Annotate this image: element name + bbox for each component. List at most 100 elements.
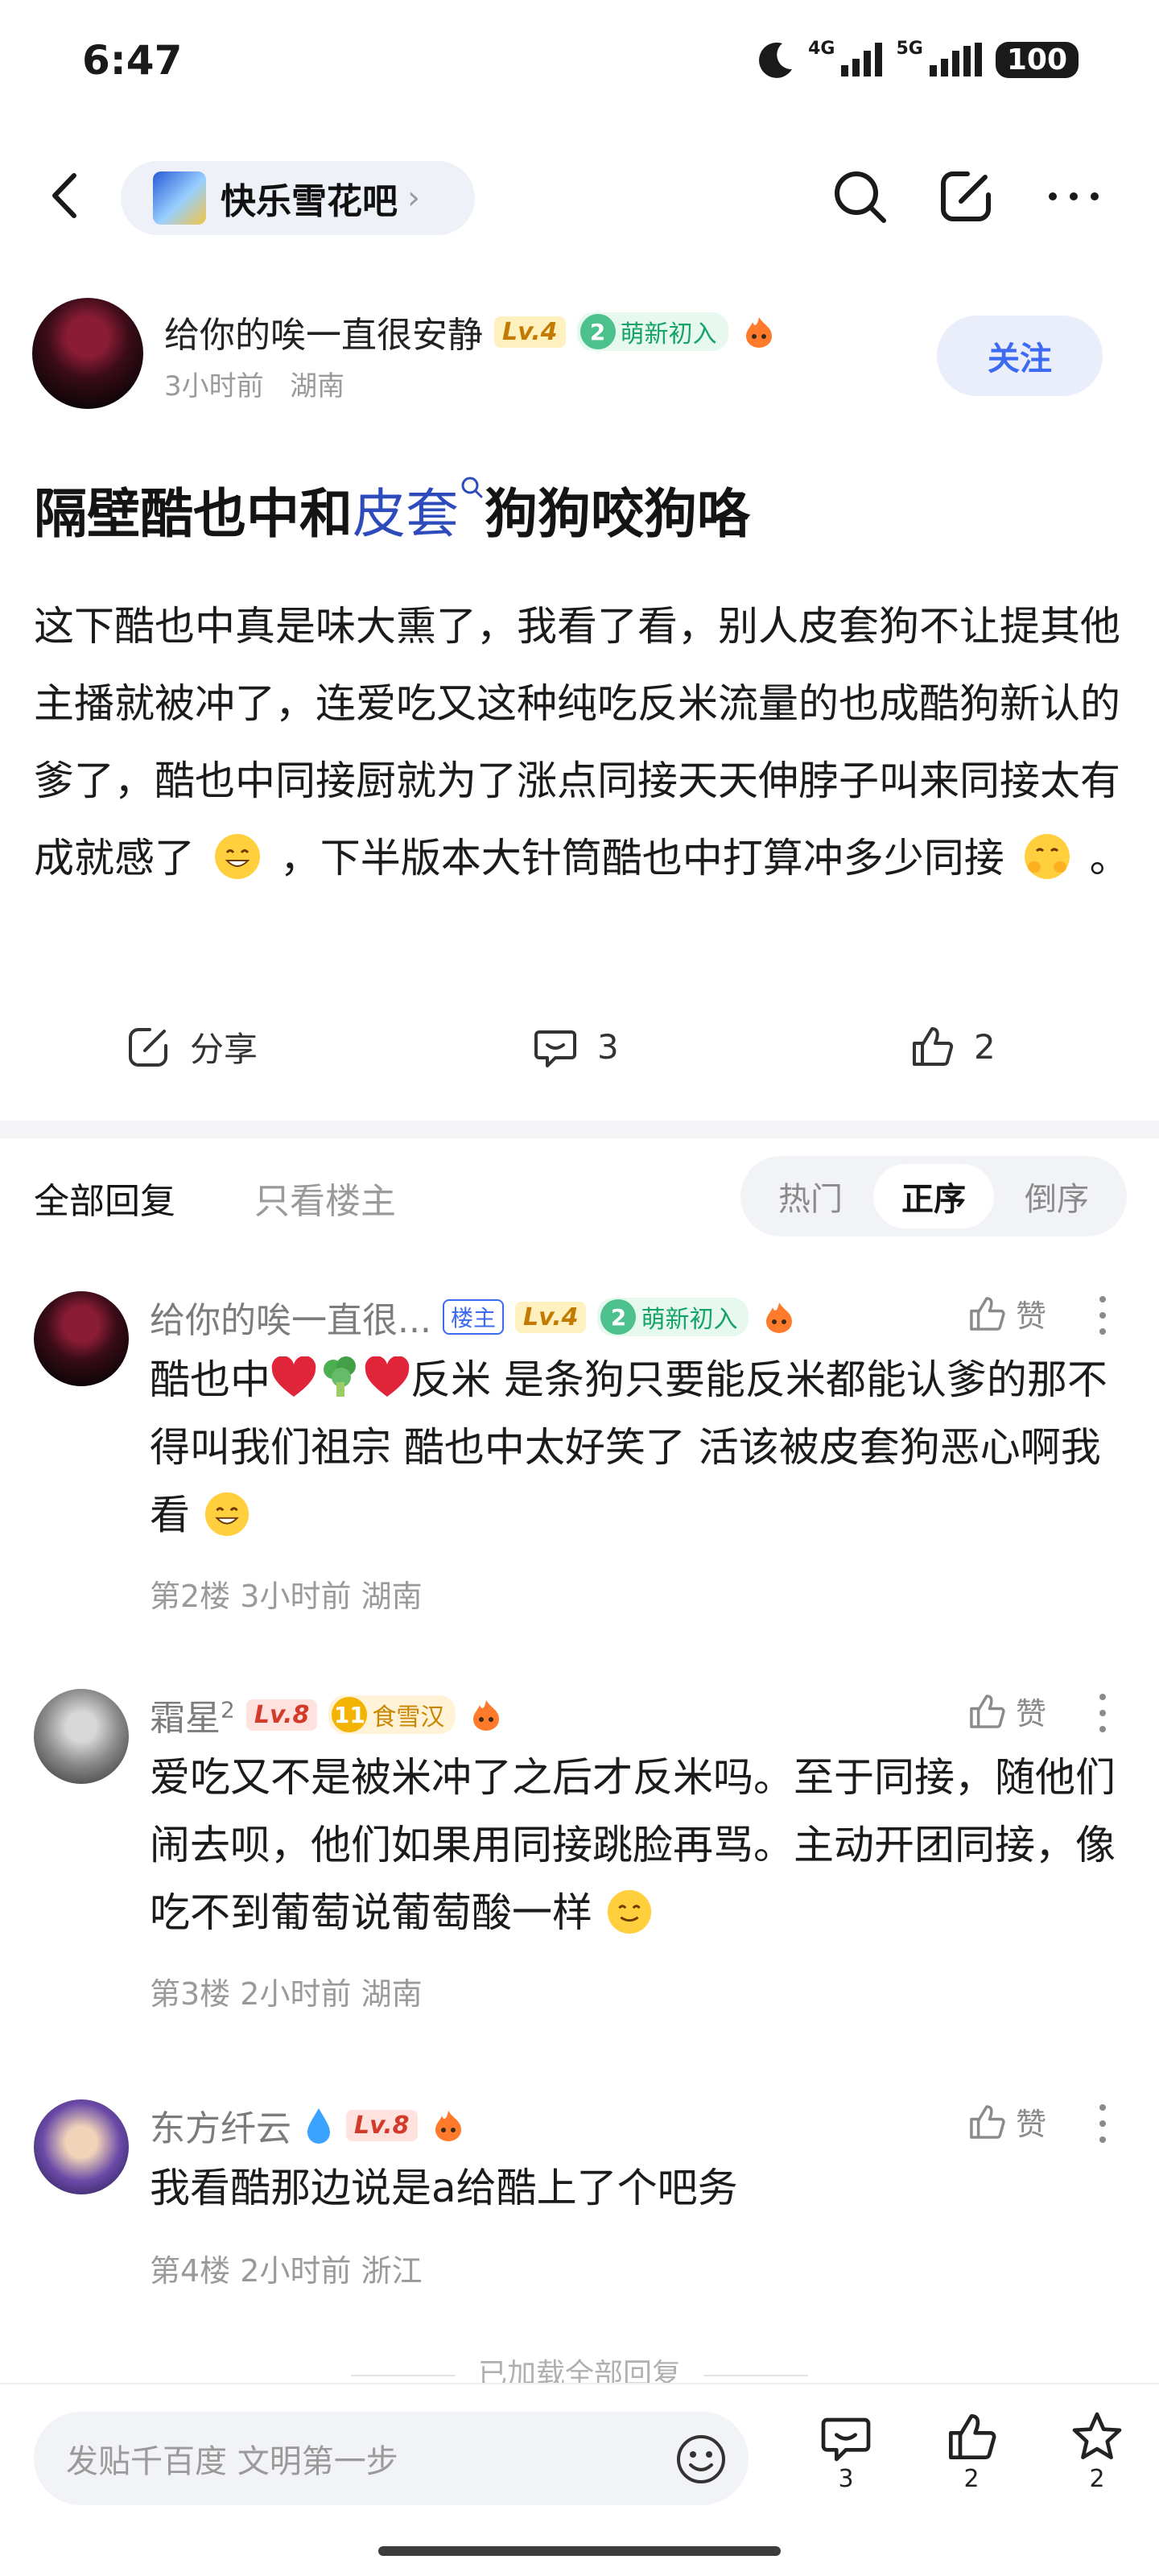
rank-badge: 2 萌新初入 — [576, 312, 728, 351]
share-icon — [129, 1027, 167, 1067]
sort-hot[interactable]: 热门 — [750, 1164, 871, 1228]
top-nav-bar: 快乐雪花吧 › — [0, 153, 1159, 242]
status-bar: 6:47 4G 5G 100 — [0, 0, 1159, 129]
post-title: 隔壁酷也中和皮套 狗狗咬狗咯 — [34, 471, 750, 548]
reply-item: 给你的唉一直很... 楼主 Lv.4 2 萌新初入 赞 酷也中 反米 是条狗只要能反… — [0, 1291, 1159, 1629]
title-keyword-text: 皮套 — [353, 483, 459, 545]
reply-like-button[interactable]: 赞 — [966, 2099, 1046, 2144]
rank-title: 食雪汉 — [372, 1703, 445, 1732]
network-5g-label: 5G — [896, 39, 923, 59]
title-text-suffix: 狗狗咬狗咯 — [485, 483, 750, 545]
author-name[interactable]: 给你的唉一直很安静 — [164, 306, 483, 357]
sort-ascending[interactable]: 正序 — [873, 1164, 994, 1228]
forum-name: 快乐雪花吧 — [221, 181, 398, 222]
post-author-header: 给你的唉一直很安静 Lv.4 2 萌新初入 3小时前 湖南 关注 — [32, 298, 1127, 419]
level-badge: Lv.4 — [514, 1301, 587, 1333]
home-indicator[interactable] — [378, 2546, 781, 2556]
more-vertical-icon[interactable] — [1095, 2099, 1111, 2148]
emoji-picker-icon[interactable] — [674, 2433, 728, 2486]
post-location: 湖南 — [290, 370, 345, 402]
reply-header: 霜星2 Lv.8 11 食雪汉 — [150, 1689, 505, 1740]
network-4g-label: 4G — [808, 39, 835, 59]
reply-author-name[interactable]: 给你的唉一直很... — [150, 1291, 431, 1343]
thumbs-up-icon — [970, 1694, 1005, 1728]
reply-like-button[interactable]: 赞 — [966, 1291, 1046, 1335]
title-keyword-link[interactable]: 皮套 — [353, 477, 485, 545]
post-body-text-3: 。 — [1089, 835, 1130, 881]
back-icon[interactable] — [39, 167, 95, 224]
like-count: 2 — [974, 1026, 996, 1067]
author-info: 给你的唉一直很安静 Lv.4 2 萌新初入 3小时前 湖南 — [164, 306, 778, 403]
section-divider — [0, 1121, 1159, 1138]
broccoli-emoji-icon — [324, 1356, 356, 1397]
heart-emoji-icon — [365, 1356, 410, 1397]
like-label: 赞 — [1015, 2107, 1046, 2142]
sort-descending[interactable]: 倒序 — [996, 1164, 1117, 1228]
compose-placeholder: 发贴千百度 文明第一步 — [66, 2443, 398, 2480]
bottom-like-button[interactable]: 2 — [935, 2409, 1008, 2493]
tab-all-replies[interactable]: 全部回复 — [34, 1172, 175, 1224]
reply-author-name[interactable]: 东方纤云 — [150, 2099, 291, 2151]
reply-header: 东方纤云 Lv.8 — [150, 2099, 468, 2151]
more-vertical-icon[interactable] — [1095, 1689, 1111, 1737]
bottom-favorite-count: 2 — [1089, 2465, 1105, 2493]
thumbs-up-icon — [913, 1027, 954, 1066]
fire-badge-icon — [435, 2111, 461, 2141]
rank-title: 萌新初入 — [620, 320, 717, 349]
reply-text: 酷也中 反米 是条狗只要能反米都能认爹的那不得叫我们祖宗 酷也中太好笑了 活该被皮… — [150, 1346, 1132, 1549]
rank-number: 11 — [332, 1697, 368, 1732]
reply-like-button[interactable]: 赞 — [966, 1689, 1046, 1733]
hug-emoji-icon — [1024, 834, 1070, 879]
reply-author-name[interactable]: 霜星2 — [150, 1689, 235, 1740]
post-meta: 3小时前 湖南 — [164, 364, 778, 403]
reply-location: 湖南 — [361, 1976, 423, 2012]
reply-time: 2小时前 — [240, 2253, 352, 2289]
forum-logo — [153, 171, 206, 225]
reply-avatar[interactable] — [34, 1689, 129, 1784]
reply-item: 霜星2 Lv.8 11 食雪汉 赞 爱吃又不是被米冲了之后才反米吗。至于同接，随他… — [0, 1689, 1159, 2027]
status-time: 6:47 — [82, 37, 183, 84]
thumbs-up-icon — [970, 2104, 1005, 2139]
post-body: 这下酷也中真是味大熏了，我看了看，别人皮套狗不让提其他主播就被冲了，连爱吃又这种… — [34, 588, 1136, 897]
moon-icon — [759, 42, 793, 78]
status-icons: 4G 5G 100 — [755, 39, 1079, 80]
reply-avatar[interactable] — [34, 2099, 129, 2194]
more-icon[interactable] — [1043, 166, 1104, 227]
post-body-text-2: ，下半版本大针筒酷也中打算冲多少同接 — [279, 835, 1004, 881]
compose-input[interactable]: 发贴千百度 文明第一步 — [34, 2412, 749, 2505]
bottom-favorite-button[interactable]: 2 — [1061, 2409, 1133, 2493]
fire-badge-icon — [745, 317, 772, 348]
comment-icon — [534, 1030, 576, 1067]
author-avatar[interactable] — [32, 298, 143, 409]
forum-entry-button[interactable]: 快乐雪花吧 › — [121, 161, 475, 235]
bottom-comment-button[interactable]: 3 — [810, 2409, 882, 2493]
grin-emoji-icon — [214, 834, 260, 879]
heart-emoji-icon — [271, 1356, 316, 1397]
comment-count: 3 — [597, 1026, 619, 1067]
name-superscript: 2 — [221, 1696, 235, 1724]
share-label: 分享 — [190, 1030, 258, 1069]
post-action-bar: 分享 3 2 — [0, 1011, 1159, 1092]
tab-op-only[interactable]: 只看楼主 — [254, 1172, 396, 1224]
signal-4g-icon — [841, 43, 883, 76]
rank-number: 2 — [580, 314, 616, 349]
more-vertical-icon[interactable] — [1095, 1291, 1111, 1340]
like-button[interactable]: 2 — [908, 1022, 996, 1071]
reply-avatar[interactable] — [34, 1291, 129, 1386]
follow-button[interactable]: 关注 — [937, 316, 1103, 396]
thumbs-up-icon — [949, 2414, 996, 2459]
comment-button[interactable]: 3 — [531, 1022, 619, 1071]
water-drop-icon — [307, 2108, 330, 2144]
comment-icon — [821, 2417, 871, 2462]
reply-time: 3小时前 — [240, 1579, 352, 1614]
share-button[interactable]: 分享 — [124, 1022, 258, 1071]
edit-share-icon[interactable] — [935, 166, 996, 227]
reply-item: 东方纤云 Lv.8 赞 我看酷那边说是a给酷上了个吧务 第4楼 2小时前 浙江 — [0, 2099, 1159, 2309]
reply-time: 2小时前 — [240, 1976, 352, 2012]
level-badge: Lv.8 — [346, 2109, 418, 2141]
sort-toggle: 热门 正序 倒序 — [740, 1156, 1127, 1236]
bottom-like-count: 2 — [963, 2465, 980, 2493]
floor-number: 第3楼 — [150, 1976, 231, 2012]
reply-text: 我看酷那边说是a给酷上了个吧务 — [150, 2165, 738, 2211]
search-icon[interactable] — [829, 166, 890, 227]
